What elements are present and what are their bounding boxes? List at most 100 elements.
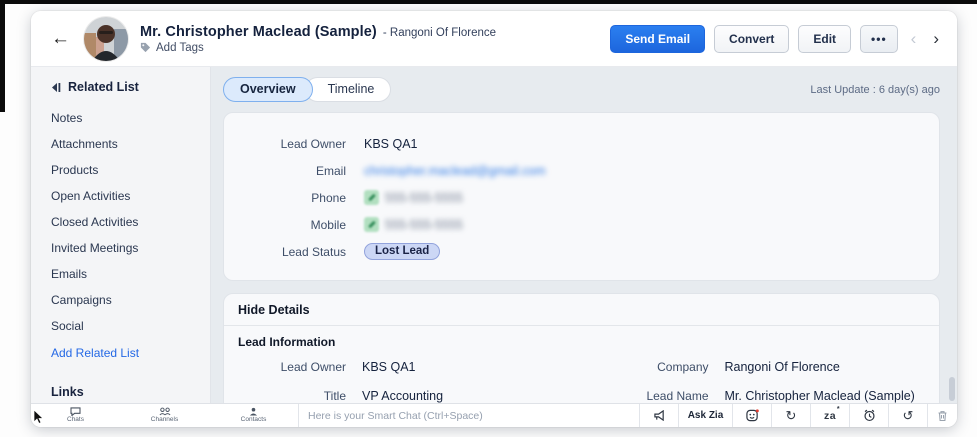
person-icon bbox=[249, 407, 258, 416]
field-label: Company bbox=[579, 360, 709, 374]
summary-row-email: Email christopher.maclead@gmail.com bbox=[224, 157, 939, 184]
bottom-toolbar: Ask Zia ↻ za* bbox=[639, 404, 957, 427]
zia-button[interactable]: za* bbox=[810, 404, 849, 427]
summary-row-phone: Phone 555-555-5555 bbox=[224, 184, 939, 211]
chats-button[interactable]: Chats bbox=[31, 404, 120, 427]
last-update-text: Last Update : 6 day(s) ago bbox=[810, 84, 940, 96]
field-label: Lead Owner bbox=[224, 137, 346, 151]
header-actions: Send Email Convert Edit ••• ‹ › bbox=[610, 25, 943, 53]
back-arrow-icon[interactable]: ← bbox=[51, 29, 70, 48]
channels-label: Channels bbox=[151, 416, 178, 423]
tab-overview[interactable]: Overview bbox=[223, 77, 313, 102]
alarm-clock-icon bbox=[863, 409, 876, 422]
field-label: Lead Status bbox=[224, 245, 346, 259]
contacts-button[interactable]: Contacts bbox=[209, 404, 298, 427]
field-label: Mobile bbox=[224, 218, 346, 232]
reminders-button[interactable] bbox=[849, 404, 888, 427]
smart-chat-bar: Chats Channels Contacts bbox=[31, 403, 957, 427]
megaphone-icon bbox=[653, 410, 666, 421]
sidebar-item-campaigns[interactable]: Campaigns bbox=[51, 287, 200, 313]
zia-icon: za* bbox=[824, 410, 836, 422]
lead-name: Mr. Christopher Maclead (Sample) bbox=[140, 24, 377, 40]
trash-icon bbox=[937, 410, 948, 422]
company-value: Rangoni Of Florence bbox=[725, 360, 926, 374]
sidebar-item-products[interactable]: Products bbox=[51, 157, 200, 183]
mobile-number-blurred: 555-555-5555 bbox=[385, 218, 463, 232]
more-actions-button[interactable]: ••• bbox=[860, 25, 898, 53]
header-titles: Mr. Christopher Maclead (Sample) - Rango… bbox=[140, 24, 496, 54]
related-list-header[interactable]: Related List bbox=[51, 80, 200, 94]
lead-status-badge[interactable]: Lost Lead bbox=[364, 243, 440, 260]
record-header: ← Mr. Christopher Maclead (Sample) - Ran… bbox=[31, 11, 957, 67]
smiley-feedback-icon bbox=[746, 409, 759, 422]
screen-top-edge bbox=[0, 0, 977, 4]
smart-chat-input[interactable] bbox=[308, 410, 639, 422]
edit-button[interactable]: Edit bbox=[798, 25, 851, 53]
field-label: Email bbox=[224, 164, 346, 178]
next-record-icon[interactable]: › bbox=[929, 30, 943, 47]
related-list-title: Related List bbox=[68, 80, 139, 94]
lead-owner-value: KBS QA1 bbox=[362, 360, 563, 374]
ask-zia-button[interactable]: Ask Zia bbox=[678, 404, 732, 427]
add-tags-label: Add Tags bbox=[156, 42, 204, 54]
mouse-cursor bbox=[33, 410, 44, 424]
collapse-panel-icon bbox=[51, 82, 61, 93]
tab-timeline[interactable]: Timeline bbox=[305, 77, 392, 102]
sidebar-item-open-activities[interactable]: Open Activities bbox=[51, 183, 200, 209]
screen-left-edge bbox=[0, 0, 5, 112]
add-related-list-link[interactable]: Add Related List bbox=[51, 339, 200, 367]
convert-button[interactable]: Convert bbox=[714, 25, 789, 53]
record-main-panel: Overview Timeline Last Update : 6 day(s)… bbox=[211, 67, 957, 403]
send-email-button[interactable]: Send Email bbox=[610, 25, 705, 53]
history-button[interactable]: ↺ bbox=[888, 404, 927, 427]
feedback-button[interactable] bbox=[732, 404, 771, 427]
recycle-bin-button[interactable] bbox=[927, 404, 957, 427]
related-list-sidebar: Related List Notes Attachments Products … bbox=[31, 67, 211, 403]
phone-number-blurred: 555-555-5555 bbox=[385, 191, 463, 205]
sidebar-item-notes[interactable]: Notes bbox=[51, 105, 200, 131]
previous-record-icon[interactable]: ‹ bbox=[907, 30, 921, 47]
field-label: Phone bbox=[224, 191, 346, 205]
sidebar-item-social[interactable]: Social bbox=[51, 313, 200, 339]
field-label: Lead Owner bbox=[238, 360, 346, 374]
phone-call-icon[interactable] bbox=[364, 217, 379, 232]
loop-arrow-icon: ↻ bbox=[786, 408, 797, 424]
details-card: Hide Details Lead Information Lead Owner… bbox=[223, 293, 940, 403]
replay-button[interactable]: ↻ bbox=[771, 404, 810, 427]
sidebar-item-attachments[interactable]: Attachments bbox=[51, 131, 200, 157]
history-icon: ↺ bbox=[903, 408, 914, 424]
record-body: Related List Notes Attachments Products … bbox=[31, 67, 957, 403]
hide-details-toggle[interactable]: Hide Details bbox=[224, 294, 939, 326]
business-card-summary: Lead Owner KBS QA1 Email christopher.mac… bbox=[223, 112, 940, 281]
title-value: VP Accounting bbox=[362, 389, 563, 403]
summary-row-lead-status: Lead Status Lost Lead bbox=[224, 238, 939, 265]
lead-information-section: Lead Information Lead Owner KBS QA1 Comp… bbox=[224, 326, 939, 403]
add-tags[interactable]: Add Tags bbox=[140, 42, 496, 54]
sidebar-item-invited-meetings[interactable]: Invited Meetings bbox=[51, 235, 200, 261]
email-link-blurred[interactable]: christopher.maclead@gmail.com bbox=[364, 164, 546, 178]
lead-information-title: Lead Information bbox=[238, 335, 925, 349]
chats-label: Chats bbox=[67, 416, 84, 423]
crm-lead-window: ← Mr. Christopher Maclead (Sample) - Ran… bbox=[31, 11, 957, 427]
lead-name-value: Mr. Christopher Maclead (Sample) bbox=[725, 389, 926, 403]
lead-company: - Rangoni Of Florence bbox=[383, 27, 496, 39]
summary-row-lead-owner: Lead Owner KBS QA1 bbox=[224, 130, 939, 157]
field-label: Title bbox=[238, 389, 346, 403]
sidebar-item-closed-activities[interactable]: Closed Activities bbox=[51, 209, 200, 235]
links-section-title: Links bbox=[51, 381, 200, 403]
lead-avatar[interactable] bbox=[84, 17, 128, 61]
view-tabs: Overview Timeline Last Update : 6 day(s)… bbox=[223, 77, 940, 102]
smart-chat-input-wrap bbox=[298, 404, 639, 427]
lead-owner-value: KBS QA1 bbox=[364, 137, 418, 151]
sidebar-item-emails[interactable]: Emails bbox=[51, 261, 200, 287]
vertical-scrollbar-thumb[interactable] bbox=[949, 377, 955, 401]
people-group-icon bbox=[159, 407, 171, 416]
chat-bubble-icon bbox=[70, 407, 81, 416]
phone-call-icon[interactable] bbox=[364, 190, 379, 205]
contacts-label: Contacts bbox=[241, 416, 267, 423]
channels-button[interactable]: Channels bbox=[120, 404, 209, 427]
avatar-photo bbox=[84, 17, 128, 61]
tag-icon bbox=[140, 42, 151, 53]
summary-row-mobile: Mobile 555-555-5555 bbox=[224, 211, 939, 238]
announcements-button[interactable] bbox=[639, 404, 678, 427]
